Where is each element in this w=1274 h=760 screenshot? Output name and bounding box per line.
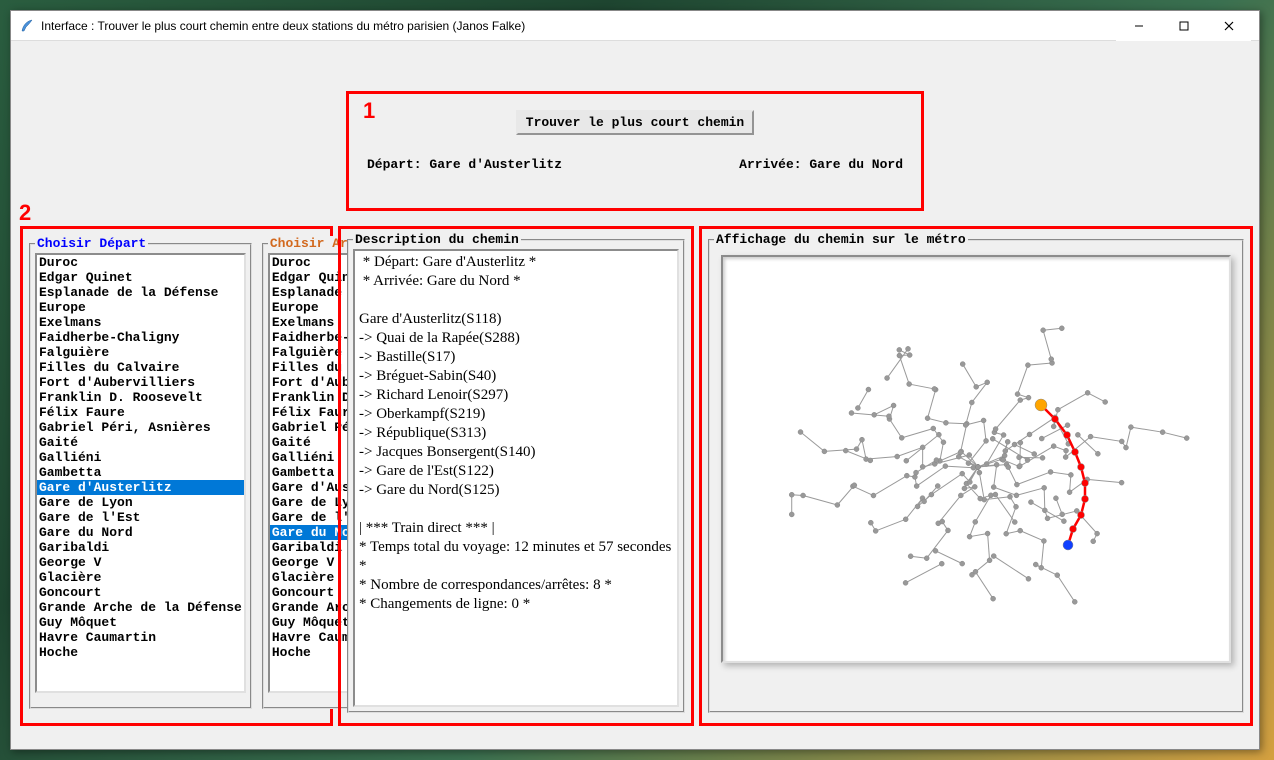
list-item[interactable]: Félix Faure xyxy=(37,405,244,420)
panel-map: 4 Affichage du chemin sur le métro xyxy=(699,226,1253,726)
arrivee-display: Arrivée: Gare du Nord xyxy=(739,157,903,172)
depart-display: Départ: Gare d'Austerlitz xyxy=(367,157,562,172)
panel-label-1: 1 xyxy=(363,98,375,124)
list-item[interactable]: Esplanade de la Défense xyxy=(37,285,244,300)
list-item[interactable]: Franklin D. Roosevelt xyxy=(37,390,244,405)
depart-title: Choisir Départ xyxy=(35,236,148,251)
minimize-button[interactable] xyxy=(1116,11,1161,41)
find-path-button[interactable]: Trouver le plus court chemin xyxy=(516,110,754,135)
list-item[interactable]: Gare d'Austerlitz xyxy=(37,480,244,495)
list-item[interactable]: Garibaldi xyxy=(37,540,244,555)
list-item[interactable]: Faidherbe-Chaligny xyxy=(37,330,244,345)
close-button[interactable] xyxy=(1206,11,1251,41)
app-window: Interface : Trouver le plus court chemin… xyxy=(10,10,1260,750)
panel-search: 1 Trouver le plus court chemin Départ: G… xyxy=(346,91,924,211)
list-item[interactable]: Gare de Lyon xyxy=(37,495,244,510)
depart-listbox[interactable]: DurocEdgar QuinetEsplanade de la Défense… xyxy=(35,253,246,693)
list-item[interactable]: Hoche xyxy=(37,645,244,660)
list-item[interactable]: Guy Môquet xyxy=(37,615,244,630)
list-item[interactable]: Edgar Quinet xyxy=(37,270,244,285)
feather-icon xyxy=(19,18,35,34)
description-labelframe: Description du chemin * Départ: Gare d'A… xyxy=(347,239,685,713)
window-title: Interface : Trouver le plus court chemin… xyxy=(41,19,1116,33)
list-item[interactable]: Goncourt xyxy=(37,585,244,600)
description-title: Description du chemin xyxy=(353,232,521,247)
metro-map-canvas[interactable] xyxy=(721,255,1231,663)
depart-labelframe: Choisir Départ DurocEdgar QuinetEsplanad… xyxy=(29,243,252,709)
list-item[interactable]: Duroc xyxy=(37,255,244,270)
list-item[interactable]: Gare de l'Est xyxy=(37,510,244,525)
list-item[interactable]: Grande Arche de la Défense xyxy=(37,600,244,615)
panel-label-2: 2 xyxy=(19,200,31,226)
content-area: 1 Trouver le plus court chemin Départ: G… xyxy=(11,41,1259,749)
list-item[interactable]: Exelmans xyxy=(37,315,244,330)
list-item[interactable]: Gambetta xyxy=(37,465,244,480)
list-item[interactable]: Gare du Nord xyxy=(37,525,244,540)
list-item[interactable]: George V xyxy=(37,555,244,570)
list-item[interactable]: Gabriel Péri, Asnières xyxy=(37,420,244,435)
titlebar[interactable]: Interface : Trouver le plus court chemin… xyxy=(11,11,1259,41)
list-item[interactable]: Galliéni xyxy=(37,450,244,465)
list-item[interactable]: Gaité xyxy=(37,435,244,450)
panel-description: 3 Description du chemin * Départ: Gare d… xyxy=(338,226,694,726)
description-text[interactable]: * Départ: Gare d'Austerlitz * * Arrivée:… xyxy=(353,249,679,707)
list-item[interactable]: Havre Caumartin xyxy=(37,630,244,645)
map-labelframe: Affichage du chemin sur le métro xyxy=(708,239,1244,713)
list-item[interactable]: Fort d'Aubervilliers xyxy=(37,375,244,390)
map-title: Affichage du chemin sur le métro xyxy=(714,232,968,247)
list-item[interactable]: Europe xyxy=(37,300,244,315)
list-item[interactable]: Glacière xyxy=(37,570,244,585)
panel-station-select: 2 Choisir Départ DurocEdgar QuinetEsplan… xyxy=(20,226,333,726)
list-item[interactable]: Falguière xyxy=(37,345,244,360)
list-item[interactable]: Filles du Calvaire xyxy=(37,360,244,375)
window-controls xyxy=(1116,11,1251,41)
maximize-button[interactable] xyxy=(1161,11,1206,41)
